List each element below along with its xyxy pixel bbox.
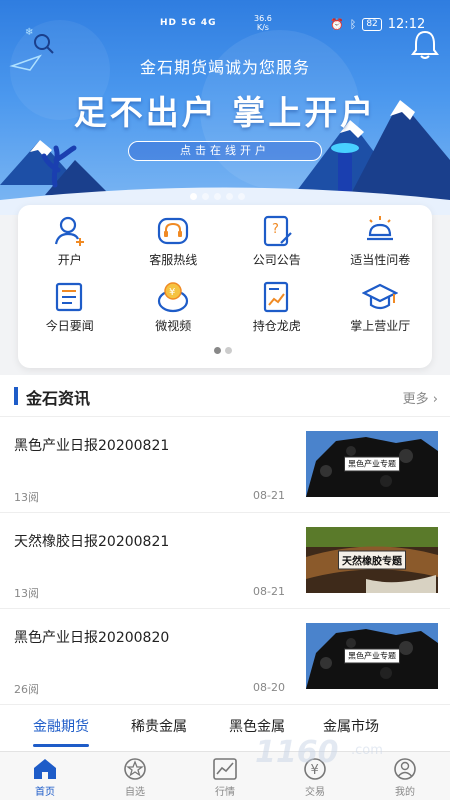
battery-icon: 82 [362, 18, 382, 31]
banner-dot[interactable] [190, 193, 197, 200]
bluetooth-icon: ᛒ [349, 18, 357, 31]
network-speed: 36.6 K/s [254, 14, 272, 32]
news-article[interactable]: 天然橡胶日报20200821 13阅 08-21 天然橡胶专题 [0, 513, 450, 609]
promo-banner[interactable]: ❄ HD 5G 4G 36.6 K/s ⏰ ᛒ 82 12:12 金石期货竭诚为… [0, 0, 450, 215]
banner-dot[interactable] [226, 193, 233, 200]
quick-menu-dot[interactable] [214, 347, 221, 354]
article-thumbnail: 黑色产业专题 [306, 431, 438, 497]
quick-item-today-news[interactable]: 今日要闻 [18, 279, 122, 339]
section-accent-bar [14, 387, 18, 405]
quick-item-micro-video[interactable]: ¥ 微视频 [122, 279, 226, 339]
article-reads: 26阅 [14, 683, 39, 696]
yuan-video-icon: ¥ [158, 282, 189, 313]
lightbulb-icon [367, 216, 394, 241]
star-icon [124, 758, 146, 780]
home-icon [34, 759, 56, 779]
article-title: 天然橡胶日报20200821 [14, 534, 170, 550]
svg-text:¥: ¥ [169, 287, 175, 298]
tab-precious-metals[interactable]: 稀贵金属 [131, 705, 187, 751]
banner-dot[interactable] [202, 193, 209, 200]
article-reads: 13阅 [14, 491, 39, 504]
banner-headline: 足不出户 掌上开户 [73, 93, 377, 132]
alarm-icon: ⏰ [330, 18, 344, 31]
svg-text:.com: .com [351, 743, 383, 758]
banner-subtitle: 金石期货竭诚为您服务 [139, 58, 310, 77]
article-reads: 13阅 [14, 587, 39, 600]
announcement-icon: ? [263, 215, 292, 247]
quick-item-mobile-hall[interactable]: 掌上营业厅 [329, 279, 433, 339]
quick-menu-pagination [214, 347, 232, 354]
tab-financial-futures[interactable]: 金融期货 [33, 705, 89, 751]
newspaper-icon [55, 282, 82, 312]
thumbnail-label: 天然橡胶专题 [338, 550, 406, 570]
news-section: 金石资讯 更多 › 黑色产业日报20200821 13阅 08-21 黑色产业专… [0, 375, 450, 705]
banner-dot[interactable] [214, 193, 221, 200]
graduation-cap-icon [362, 283, 399, 310]
article-thumbnail: 天然橡胶专题 [306, 527, 438, 593]
news-section-title: 金石资讯 [26, 389, 91, 408]
news-header: 金石资讯 更多 › [0, 375, 450, 417]
news-more-link[interactable]: 更多 › [403, 388, 438, 407]
article-thumbnail: 黑色产业专题 [306, 623, 438, 689]
news-article[interactable]: 黑色产业日报20200820 26阅 08-20 黑色产业专题 [0, 609, 450, 705]
article-date: 08-21 [253, 489, 285, 502]
thumbnail-label: 黑色产业专题 [344, 456, 400, 472]
app-screen: ❄ HD 5G 4G 36.6 K/s ⏰ ᛒ 82 12:12 金石期货竭诚为… [0, 0, 450, 800]
chevron-right-icon: › [432, 392, 438, 407]
chart-doc-icon [263, 281, 288, 313]
nav-watchlist[interactable]: 自选 [90, 752, 180, 800]
add-user-icon [54, 216, 84, 246]
svg-text:?: ? [272, 222, 279, 237]
article-title: 黑色产业日报20200821 [14, 438, 170, 454]
network-indicator: HD 5G 4G [160, 18, 217, 28]
quick-item-positions[interactable]: 持仓龙虎 [225, 279, 329, 339]
quick-item-open-account[interactable]: 开户 [18, 213, 122, 273]
headset-icon [158, 217, 189, 245]
banner-pagination [190, 193, 245, 200]
online-account-button[interactable]: 点击在线开户 [128, 141, 322, 161]
quick-item-hotline[interactable]: 客服热线 [122, 213, 226, 273]
article-date: 08-20 [253, 681, 285, 694]
nav-home[interactable]: 首页 [0, 752, 90, 800]
news-article[interactable]: 黑色产业日报20200821 13阅 08-21 黑色产业专题 [0, 417, 450, 513]
status-bar: HD 5G 4G 36.6 K/s ⏰ ᛒ 82 12:12 [0, 14, 450, 38]
quick-item-announcement[interactable]: ? 公司公告 [225, 213, 329, 273]
svg-text:1160: 1160 [255, 735, 339, 770]
quick-item-questionnaire[interactable]: 适当性问卷 [329, 213, 433, 273]
banner-dot[interactable] [238, 193, 245, 200]
quick-menu: 开户 客服热线 ? 公司公告 适当性问卷 今日要闻 ¥ 微视频 持仓龙虎 掌上营… [18, 205, 432, 368]
site-watermark-logo: 1160 .com [255, 735, 383, 770]
article-title: 黑色产业日报20200820 [14, 630, 170, 646]
thumbnail-label: 黑色产业专题 [344, 648, 400, 664]
line-chart-icon [213, 758, 237, 780]
article-date: 08-21 [253, 585, 285, 598]
quick-menu-dot[interactable] [225, 347, 232, 354]
